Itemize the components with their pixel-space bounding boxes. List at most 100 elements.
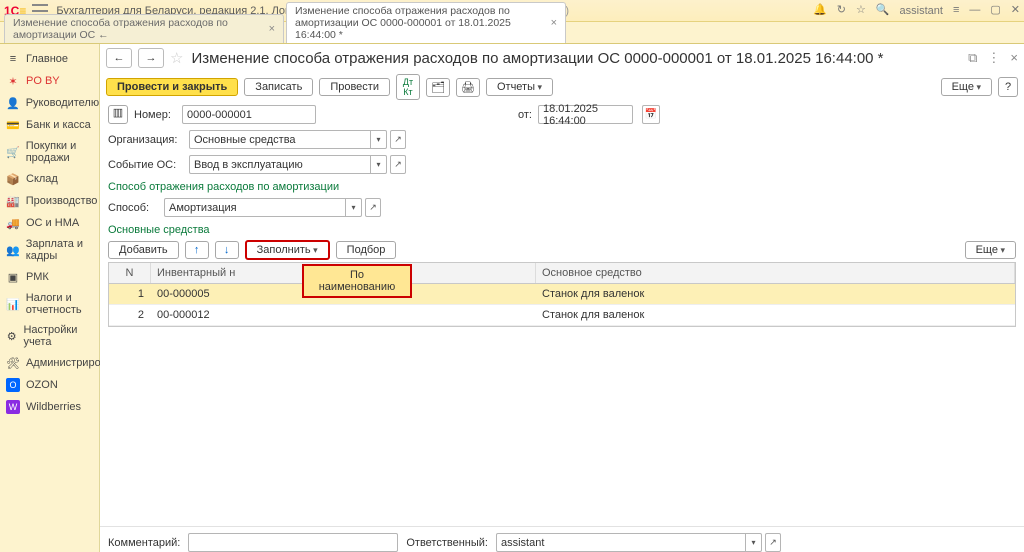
tab-0[interactable]: Изменение способа отражения расходов по … bbox=[4, 14, 284, 43]
nav-poby[interactable]: ✶PO BY bbox=[0, 70, 99, 92]
event-field[interactable]: Ввод в эксплуатацию bbox=[189, 155, 371, 174]
col-n[interactable]: N bbox=[109, 263, 151, 283]
settings-icon[interactable]: ≡ bbox=[953, 5, 959, 16]
date-field[interactable]: 18.01.2025 16:44:00 bbox=[538, 105, 633, 124]
truck-icon: 🚚 bbox=[6, 216, 20, 230]
pick-button[interactable]: Подбор bbox=[336, 241, 397, 259]
col-asset[interactable]: Основное средство bbox=[536, 263, 1015, 283]
nav-forward-button[interactable]: → bbox=[138, 48, 164, 68]
nav-fixed-assets[interactable]: 🚚ОС и НМА bbox=[0, 212, 99, 234]
calendar-icon[interactable]: 📅 bbox=[642, 105, 660, 124]
pos-icon: ▣ bbox=[6, 270, 20, 284]
org-open-icon[interactable]: ↗ bbox=[390, 130, 406, 149]
structure-button[interactable]: 🗂 bbox=[426, 78, 450, 97]
section-fixed-assets: Основные средства bbox=[100, 220, 1024, 238]
history-icon[interactable]: ↻ bbox=[837, 5, 846, 16]
nav-ozon[interactable]: OOZON bbox=[0, 374, 99, 396]
method-dropdown-icon[interactable]: ▾ bbox=[346, 198, 362, 217]
box-icon: 📦 bbox=[6, 172, 20, 186]
method-label: Способ: bbox=[108, 202, 158, 214]
event-open-icon[interactable]: ↗ bbox=[390, 155, 406, 174]
responsible-open-icon[interactable]: ↗ bbox=[765, 533, 781, 552]
search-icon[interactable]: 🔍 bbox=[876, 5, 890, 16]
write-button[interactable]: Записать bbox=[244, 78, 313, 96]
kebab-icon[interactable]: ⋮ bbox=[987, 50, 1000, 66]
responsible-field[interactable]: assistant bbox=[496, 533, 746, 552]
help-button[interactable]: ? bbox=[998, 77, 1018, 97]
number-label: Номер: bbox=[134, 109, 176, 121]
nav-hr[interactable]: 👥Зарплата и кадры bbox=[0, 234, 99, 266]
close-window-icon[interactable]: ✕ bbox=[1011, 5, 1020, 16]
print-button[interactable]: 🖨 bbox=[456, 78, 480, 97]
favorite-icon[interactable]: ☆ bbox=[170, 49, 183, 67]
nav-manager[interactable]: 👤Руководителю bbox=[0, 92, 99, 114]
report-icon: 📊 bbox=[6, 297, 20, 311]
nav-purchases[interactable]: 🛒Покупки и продажи bbox=[0, 136, 99, 168]
event-dropdown-icon[interactable]: ▾ bbox=[371, 155, 387, 174]
org-dropdown-icon[interactable]: ▾ bbox=[371, 130, 387, 149]
tab-0-label: Изменение способа отражения расходов по … bbox=[13, 17, 263, 41]
fill-by-name-item[interactable]: По наименованию bbox=[304, 266, 410, 296]
section-amortization: Способ отражения расходов по амортизации bbox=[100, 177, 1024, 195]
tab-0-close-icon[interactable]: × bbox=[269, 23, 275, 35]
nav-back-button[interactable]: ← bbox=[106, 48, 132, 68]
nav-main[interactable]: ≡Главное bbox=[0, 48, 99, 70]
maximize-icon[interactable]: ▢ bbox=[990, 5, 1000, 16]
tab-1[interactable]: Изменение способа отражения расходов по … bbox=[286, 2, 566, 43]
cell-inv: 00-000012 bbox=[151, 305, 536, 325]
table-row[interactable]: 2 00-000012 Станок для валенок bbox=[109, 305, 1015, 326]
current-user[interactable]: assistant bbox=[900, 5, 943, 17]
cart-icon: 🛒 bbox=[6, 145, 20, 159]
card-icon: 💳 bbox=[6, 118, 20, 132]
method-field[interactable]: Амортизация bbox=[164, 198, 346, 217]
org-field[interactable]: Основные средства bbox=[189, 130, 371, 149]
expand-icon[interactable]: ⧉ bbox=[968, 50, 977, 66]
tab-1-label: Изменение способа отражения расходов по … bbox=[295, 5, 545, 41]
fill-dropdown: По наименованию bbox=[302, 264, 412, 298]
responsible-label: Ответственный: bbox=[406, 537, 488, 549]
more-button-top[interactable]: Еще bbox=[941, 78, 992, 96]
number-field[interactable]: 0000-000001 bbox=[182, 105, 316, 124]
move-down-button[interactable]: ↓ bbox=[215, 241, 239, 259]
responsible-dropdown-icon[interactable]: ▾ bbox=[746, 533, 762, 552]
dt-kt-button[interactable]: ДтКт bbox=[396, 74, 420, 100]
nav-settings[interactable]: ⚙Настройки учета bbox=[0, 320, 99, 352]
nav-warehouse[interactable]: 📦Склад bbox=[0, 168, 99, 190]
method-open-icon[interactable]: ↗ bbox=[365, 198, 381, 217]
comment-field[interactable] bbox=[188, 533, 398, 552]
post-button[interactable]: Провести bbox=[319, 78, 390, 96]
nav-admin[interactable]: 🛠Администрирование bbox=[0, 352, 99, 374]
list-icon: ≡ bbox=[6, 52, 20, 66]
from-label: от: bbox=[518, 109, 532, 121]
people-icon: 👥 bbox=[6, 243, 20, 257]
nav-wildberries[interactable]: WWildberries bbox=[0, 396, 99, 418]
person-icon: 👤 bbox=[6, 96, 20, 110]
close-doc-icon[interactable]: × bbox=[1010, 50, 1018, 66]
barcode-icon[interactable]: ▥ bbox=[108, 105, 128, 124]
nav-rmk[interactable]: ▣РМК bbox=[0, 266, 99, 288]
cell-os: Станок для валенок bbox=[536, 305, 1015, 325]
fill-button[interactable]: Заполнить bbox=[245, 240, 330, 260]
document-tabs: Изменение способа отражения расходов по … bbox=[0, 22, 1024, 44]
factory-icon: 🏭 bbox=[6, 194, 20, 208]
cell-n: 1 bbox=[109, 284, 151, 304]
move-up-button[interactable]: ↑ bbox=[185, 241, 209, 259]
navigation-sidebar: ≡Главное ✶PO BY 👤Руководителю 💳Банк и ка… bbox=[0, 44, 100, 552]
tab-1-close-icon[interactable]: × bbox=[551, 17, 557, 29]
star-icon: ✶ bbox=[6, 74, 20, 88]
more-button-rows[interactable]: Еще bbox=[965, 241, 1016, 259]
post-and-close-button[interactable]: Провести и закрыть bbox=[106, 78, 238, 96]
nav-bank[interactable]: 💳Банк и касса bbox=[0, 114, 99, 136]
tools-icon: 🛠 bbox=[6, 356, 20, 370]
comment-label: Комментарий: bbox=[108, 537, 180, 549]
minimize-icon[interactable]: — bbox=[969, 5, 980, 16]
nav-production[interactable]: 🏭Производство bbox=[0, 190, 99, 212]
table-row[interactable]: 1 00-000005 Станок для валенок bbox=[109, 284, 1015, 305]
reports-button[interactable]: Отчеты bbox=[486, 78, 553, 96]
document-footer: Комментарий: Ответственный: assistant ▾ … bbox=[100, 526, 1024, 552]
bell-icon[interactable]: 🔔 bbox=[813, 5, 827, 16]
nav-taxes[interactable]: 📊Налоги и отчетность bbox=[0, 288, 99, 320]
star-icon[interactable]: ☆ bbox=[856, 5, 866, 16]
add-row-button[interactable]: Добавить bbox=[108, 241, 179, 259]
wildberries-icon: W bbox=[6, 400, 20, 414]
